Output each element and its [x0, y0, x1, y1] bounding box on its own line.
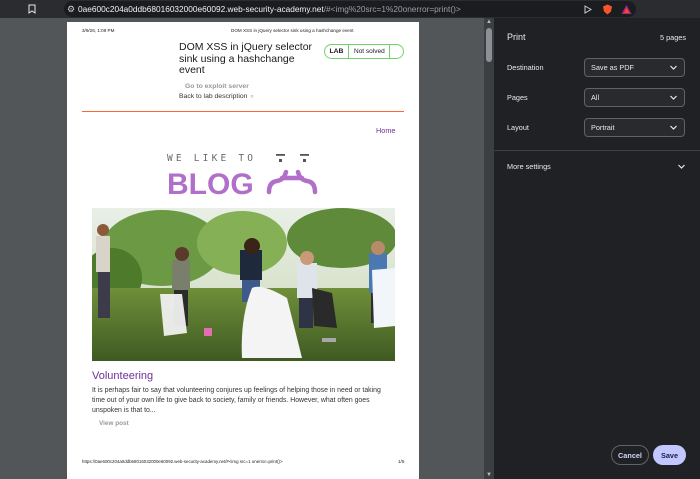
logo-small-text: WE LIKE TO	[167, 153, 256, 164]
destination-value: Save as PDF	[591, 63, 634, 72]
logo-face-icon	[266, 154, 318, 195]
header-divider	[82, 111, 404, 112]
status-indicator	[389, 45, 403, 58]
chevron-down-icon[interactable]	[677, 162, 686, 171]
address-bar[interactable]: ⚙ 0ae600c204a0ddb68016032000e60092.web-s…	[64, 1, 636, 17]
print-footer-url: https://0ae600c204a0ddb68016032000e60092…	[82, 459, 283, 464]
url-path: /#<img%20src=1%20onerror=print()>	[323, 4, 461, 14]
back-to-lab-link[interactable]: Back to lab description»	[179, 93, 254, 100]
print-settings-panel: Print 5 pages Destination Save as PDF Pa…	[494, 18, 700, 479]
preview-page: 3/9/26, 1:09 PM DOM XSS in jQuery select…	[67, 22, 419, 479]
destination-select[interactable]: Save as PDF	[584, 58, 685, 77]
chevron-down-icon	[670, 95, 677, 100]
cancel-button[interactable]: Cancel	[611, 445, 649, 465]
lab-title: DOM XSS in jQuery selector sink using a …	[179, 41, 313, 76]
lab-status-badge: LAB Not solved	[324, 44, 404, 59]
layout-select[interactable]: Portrait	[584, 118, 685, 137]
back-link-label: Back to lab description	[179, 93, 248, 100]
lab-label: LAB	[325, 45, 349, 58]
bookmark-icon	[28, 4, 36, 14]
destination-label: Destination	[507, 63, 544, 72]
chevron-down-icon	[670, 65, 677, 70]
print-footer-page-number: 1/5	[398, 459, 405, 464]
settings-divider	[494, 150, 700, 151]
pages-value: All	[591, 93, 600, 102]
bookmark-button[interactable]	[0, 0, 64, 18]
page-count: 5 pages	[660, 33, 686, 42]
browser-toolbar: ⚙ 0ae600c204a0ddb68016032000e60092.web-s…	[0, 0, 700, 18]
pages-select[interactable]: All	[584, 88, 685, 107]
blog-logo: WE LIKE TO BLOG	[167, 153, 318, 198]
print-header-title: DOM XSS in jQuery selector sink using a …	[231, 28, 354, 33]
layout-value: Portrait	[591, 123, 615, 132]
scroll-down-arrow-icon[interactable]: ▼	[485, 471, 493, 479]
tune-icon[interactable]: ⚙	[64, 4, 78, 15]
print-header-date: 3/9/26, 1:09 PM	[82, 28, 115, 33]
address-bar-actions	[583, 2, 632, 16]
view-post-button[interactable]: View post	[99, 420, 129, 427]
save-button[interactable]: Save	[653, 445, 686, 465]
url-host: 0ae600c204a0ddb68016032000e60092.web-sec…	[78, 4, 324, 14]
post-title[interactable]: Volunteering	[92, 370, 153, 382]
brave-rewards-icon[interactable]	[621, 4, 632, 15]
scrollbar-thumb[interactable]	[486, 28, 492, 62]
scroll-up-arrow-icon[interactable]: ▲	[485, 18, 493, 26]
post-excerpt: It is perhaps fair to say that volunteer…	[92, 387, 381, 414]
home-link[interactable]: Home	[376, 126, 395, 135]
double-chevron-icon: »	[250, 94, 254, 100]
window-edge	[694, 0, 700, 18]
pages-label: Pages	[507, 93, 528, 102]
more-settings-toggle[interactable]: More settings	[507, 162, 551, 171]
chevron-down-icon	[670, 125, 677, 130]
preview-scrollbar[interactable]: ▲ ▼	[484, 18, 494, 479]
layout-label: Layout	[507, 123, 529, 132]
brave-shield-icon[interactable]	[602, 4, 613, 15]
share-icon[interactable]	[583, 4, 594, 15]
print-dialog-title: Print	[507, 32, 526, 42]
post-image	[92, 208, 395, 361]
logo-big-text: BLOG	[167, 168, 254, 198]
lab-status: Not solved	[354, 48, 385, 55]
exploit-server-link[interactable]: Go to exploit server	[185, 83, 249, 90]
